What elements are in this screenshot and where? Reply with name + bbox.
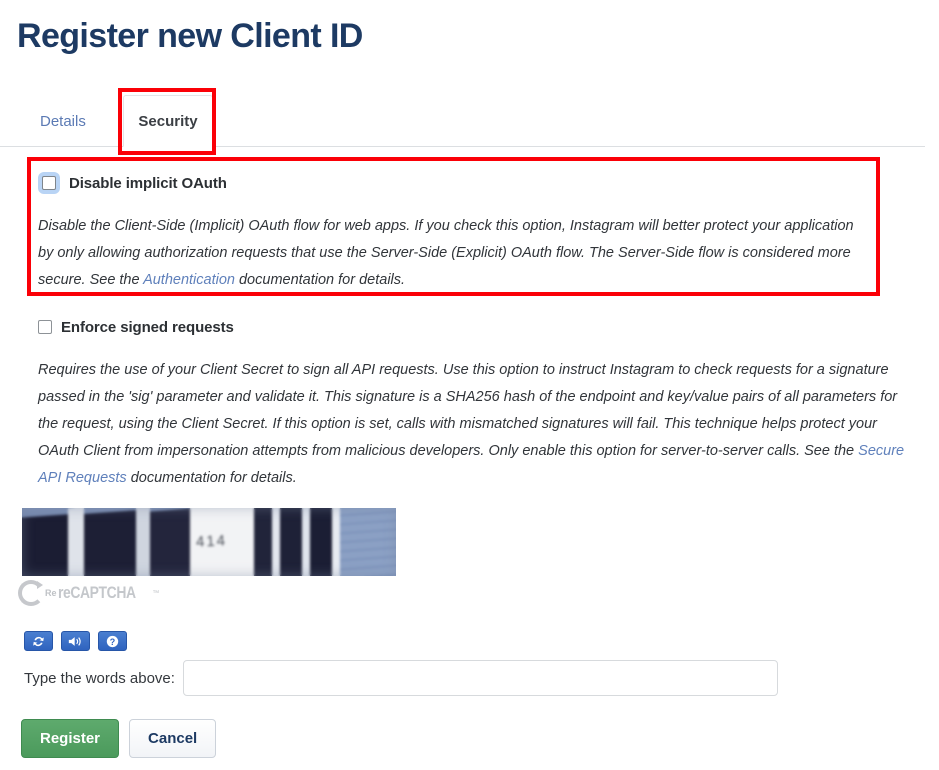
enforce-signed-requests-description: Requires the use of your Client Secret t… bbox=[38, 357, 910, 492]
register-button[interactable]: Register bbox=[21, 719, 120, 758]
tab-security[interactable]: Security bbox=[123, 95, 213, 147]
desc-text-2: documentation for details. bbox=[126, 470, 297, 486]
recaptcha-prefix: Re bbox=[45, 588, 57, 598]
form-actions: Register Cancel bbox=[21, 719, 217, 758]
captcha-answer-row: Type the words above: bbox=[24, 660, 778, 696]
tab-bar: Details Security bbox=[0, 95, 925, 147]
captcha-refresh-button[interactable] bbox=[24, 631, 53, 651]
enforce-signed-requests-checkbox[interactable] bbox=[38, 320, 52, 334]
desc-text-1: Requires the use of your Client Secret t… bbox=[38, 362, 898, 459]
captcha-input[interactable] bbox=[182, 660, 778, 696]
cancel-button[interactable]: Cancel bbox=[129, 719, 217, 758]
refresh-icon bbox=[33, 636, 44, 646]
disable-implicit-oauth-checkbox[interactable] bbox=[38, 172, 60, 194]
svg-text:?: ? bbox=[110, 636, 115, 646]
option-header: Enforce signed requests bbox=[38, 316, 910, 338]
question-icon: ? bbox=[106, 635, 119, 647]
option-enforce-signed-requests: Enforce signed requests Requires the use… bbox=[38, 316, 910, 492]
enforce-signed-requests-label: Enforce signed requests bbox=[61, 318, 234, 336]
recaptcha-wordmark: reCAPTCHA bbox=[57, 583, 136, 602]
authentication-link[interactable]: Authentication bbox=[143, 272, 235, 288]
recaptcha-trademark: ™ bbox=[152, 589, 160, 597]
speaker-icon bbox=[68, 636, 81, 646]
disable-implicit-oauth-description: Disable the Client-Side (Implicit) OAuth… bbox=[38, 213, 868, 294]
captcha-input-label: Type the words above: bbox=[24, 669, 175, 687]
recaptcha-arrow-icon bbox=[18, 580, 44, 606]
option-header: Disable implicit OAuth bbox=[38, 172, 868, 194]
captcha-blur-overlay bbox=[22, 508, 396, 576]
captcha-image: 414 bbox=[22, 508, 396, 576]
page-title: Register new Client ID bbox=[17, 17, 363, 55]
option-disable-implicit-oauth: Disable implicit OAuth Disable the Clien… bbox=[38, 172, 868, 294]
captcha-controls: ? bbox=[24, 631, 127, 651]
tab-details[interactable]: Details bbox=[24, 95, 102, 147]
desc-text-2: documentation for details. bbox=[234, 272, 406, 288]
checkbox-box bbox=[42, 176, 56, 190]
captcha-challenge: 414 bbox=[22, 508, 396, 576]
recaptcha-logo: Re reCAPTCHA ™ bbox=[18, 580, 159, 606]
disable-implicit-oauth-label: Disable implicit OAuth bbox=[69, 174, 227, 192]
captcha-audio-button[interactable] bbox=[61, 631, 90, 651]
captcha-help-button[interactable]: ? bbox=[98, 631, 127, 651]
